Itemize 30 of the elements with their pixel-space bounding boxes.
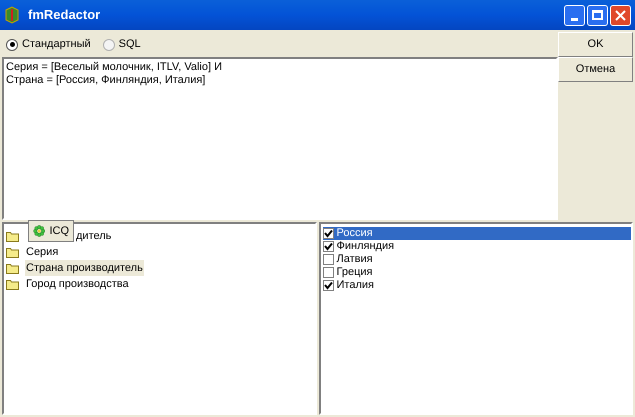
- radio-button[interactable]: [6, 38, 18, 50]
- folder-icon: [6, 262, 19, 274]
- close-button[interactable]: [610, 4, 631, 26]
- ok-button[interactable]: OK: [558, 32, 633, 57]
- checkbox[interactable]: [322, 228, 334, 239]
- field-item[interactable]: Город производства: [25, 276, 130, 292]
- checkbox[interactable]: [322, 254, 334, 265]
- cancel-button[interactable]: Отмена: [558, 57, 633, 82]
- radio-button[interactable]: [102, 38, 115, 50]
- field-item[interactable]: Серия: [25, 244, 60, 260]
- maximize-button[interactable]: [587, 4, 608, 26]
- maximize-icon: [592, 10, 603, 20]
- close-icon: [615, 10, 626, 20]
- radio-label: SQL: [118, 37, 141, 52]
- folder-icon: [6, 230, 19, 242]
- folder-icon: [6, 246, 19, 258]
- filter-text-area[interactable]: Серия = [Веселый молочник, ITLV, Valio] И Страна = [Россия, Финляндия, Италия]: [2, 57, 558, 220]
- tooltip-text: ICQ: [49, 224, 69, 239]
- minimize-button[interactable]: [564, 4, 585, 26]
- flower-icon: [33, 223, 46, 239]
- folder-icon: [6, 278, 19, 290]
- checkbox[interactable]: [322, 267, 334, 278]
- checkbox[interactable]: [322, 280, 334, 291]
- field-item[interactable]: Страна производитель: [25, 260, 144, 276]
- window-title: fmRedactor: [28, 6, 100, 24]
- radio-label: Стандартный: [22, 37, 91, 52]
- checkbox[interactable]: [322, 241, 334, 252]
- app-icon: [4, 6, 20, 24]
- minimize-icon: [571, 18, 578, 20]
- field-item[interactable]: дитель: [75, 228, 112, 244]
